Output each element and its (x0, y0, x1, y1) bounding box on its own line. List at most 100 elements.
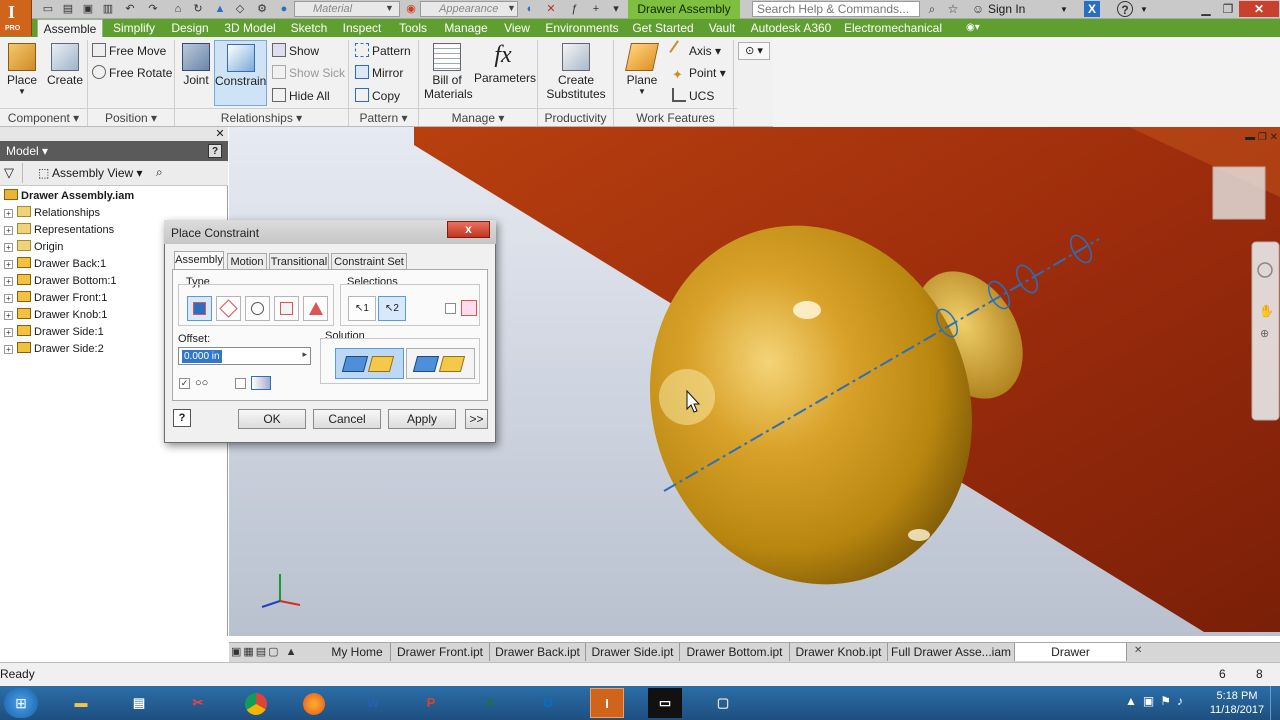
apply-button[interactable]: Apply (388, 409, 456, 429)
group-component-label[interactable]: Component ▾ (0, 108, 87, 126)
tab-get-started[interactable]: Get Started (628, 19, 698, 37)
group-relationships-label[interactable]: Relationships ▾ (175, 108, 348, 126)
word-icon[interactable]: W (356, 688, 390, 718)
expand-icon[interactable]: + (4, 243, 13, 252)
doc-tab-drawer-back[interactable]: Drawer Back.ipt (490, 643, 586, 661)
measure-icon[interactable]: ◇ (232, 2, 248, 17)
tab-assemble[interactable]: Assemble (37, 19, 103, 37)
system-tray-icons[interactable]: ▲▣⚑♪ (1125, 694, 1213, 712)
plane-button[interactable]: Plane ▼ (622, 43, 662, 96)
place-button[interactable]: Place ▼ (4, 43, 40, 96)
exchange-icon[interactable]: X (1084, 1, 1100, 17)
dialog-help-icon[interactable]: ? (173, 409, 191, 427)
create-button[interactable]: Create (46, 43, 84, 87)
tangent-constraint-button[interactable] (245, 296, 270, 321)
doc-tab-my-home[interactable]: My Home (324, 643, 391, 661)
predict-offset-checkbox[interactable] (235, 378, 246, 389)
offset-input[interactable]: 0.000 in ▸ (178, 347, 311, 365)
app-window-icon[interactable]: ▤ (122, 688, 156, 718)
tab-inspect[interactable]: Inspect (336, 19, 388, 37)
flush-solution-button[interactable] (406, 348, 475, 379)
doc-tab-drawer-knob[interactable]: Drawer Knob.ipt (790, 643, 888, 661)
material-dropdown-icon[interactable]: ▼ (385, 3, 394, 13)
tab-simplify[interactable]: Simplify (106, 19, 162, 37)
axis-button[interactable]: Axis ▾ (669, 40, 721, 61)
symmetry-constraint-button[interactable] (303, 296, 328, 321)
tab-tools[interactable]: Tools (392, 19, 434, 37)
tree-item-drawer-knob[interactable]: + Drawer Knob:1 (4, 307, 107, 324)
show-button[interactable]: Show (272, 41, 319, 61)
assembly-view-select[interactable]: ⬚ Assembly View ▾ (38, 166, 143, 180)
expand-icon[interactable]: + (4, 345, 13, 354)
new-file-icon[interactable]: ▭ (40, 2, 56, 17)
plane-dropdown-icon[interactable]: ▼ (622, 87, 662, 96)
close-window-icon[interactable]: ✕ (1239, 1, 1279, 17)
filter-icon[interactable]: ▽ (4, 165, 20, 181)
app-menu-button[interactable]: I PRO (0, 0, 32, 36)
tree-item-drawer-back[interactable]: + Drawer Back:1 (4, 256, 106, 273)
tab-layout-icons[interactable]: ▣▦▤▢ ▲ (231, 644, 325, 660)
home-icon[interactable]: ⌂ (170, 2, 186, 17)
taskbar-clock[interactable]: 5:18 PM 11/18/2017 (1206, 689, 1268, 717)
color-icon[interactable]: ● (276, 2, 292, 17)
dialog-close-button[interactable]: x (447, 221, 490, 238)
tree-root[interactable]: Drawer Assembly.iam (4, 188, 134, 205)
firefox-icon[interactable] (297, 688, 331, 718)
binoculars-icon[interactable]: ⌕ (924, 1, 940, 17)
tree-item-drawer-bottom[interactable]: + Drawer Bottom:1 (4, 273, 117, 290)
update-icon[interactable]: ↻ (190, 2, 206, 17)
undo-icon[interactable]: ↶ (122, 2, 138, 17)
create-substitutes-button[interactable]: Create Substitutes (544, 43, 608, 101)
tree-item-drawer-front[interactable]: + Drawer Front:1 (4, 290, 107, 307)
expand-icon[interactable]: + (4, 294, 13, 303)
pick-part-first-checkbox[interactable] (445, 303, 456, 314)
joint-button[interactable]: Joint (180, 43, 212, 87)
clear-appearance-icon[interactable]: ✕ (543, 2, 559, 17)
doc-tab-drawer-side[interactable]: Drawer Side.ipt (586, 643, 680, 661)
ucs-button[interactable]: UCS (672, 86, 714, 106)
snipping-tool-icon[interactable]: ✂ (181, 688, 215, 718)
dialog-tab-transitional[interactable]: Transitional (269, 253, 329, 269)
appearance-icon[interactable]: ◉ (403, 2, 419, 17)
viewport-window-controls[interactable]: ▬ ❐ ✕ (1234, 132, 1278, 144)
constrain-button[interactable]: Constrain (214, 40, 267, 106)
mirror-button[interactable]: Mirror (355, 63, 403, 83)
point-button[interactable]: ✦ Point ▾ (672, 63, 726, 83)
free-rotate-button[interactable]: Free Rotate (92, 63, 172, 83)
save-as-icon[interactable]: ▥ (100, 2, 116, 17)
fx-icon[interactable]: ƒ (566, 2, 582, 17)
customize-icon[interactable]: ▾ (608, 2, 624, 17)
dialog-tab-constraint-set[interactable]: Constraint Set (331, 253, 407, 269)
dialog-tab-assembly[interactable]: Assembly (174, 251, 224, 270)
tree-item-origin[interactable]: + Origin (4, 239, 63, 256)
insert-constraint-button[interactable] (274, 296, 299, 321)
find-icon[interactable]: ⌕ (156, 165, 172, 181)
tab-3d-model[interactable]: 3D Model (218, 19, 282, 37)
hide-all-button[interactable]: Hide All (272, 86, 330, 106)
sign-in-dropdown-icon[interactable]: ▼ (1060, 5, 1068, 14)
redo-icon[interactable]: ↷ (145, 2, 161, 17)
browser-header[interactable]: Model ▾ (0, 141, 228, 161)
search-input[interactable]: Search Help & Commands... (752, 1, 920, 17)
pan-icon[interactable]: ✋ (1259, 304, 1274, 318)
bill-of-materials-button[interactable]: Bill of Materials (424, 43, 473, 101)
parameters-button[interactable]: fx Parameters (474, 41, 536, 85)
cancel-button[interactable]: Cancel (313, 409, 381, 429)
add-icon[interactable]: + (588, 2, 604, 17)
help-dropdown-icon[interactable]: ▼ (1140, 5, 1148, 14)
save-icon[interactable]: ▣ (80, 2, 96, 17)
outlook-icon[interactable]: O (531, 688, 565, 718)
doc-tab-drawer-bottom[interactable]: Drawer Bottom.ipt (680, 643, 790, 661)
minimize-window-icon[interactable]: ▁ (1195, 1, 1217, 17)
tab-autodesk-a360[interactable]: Autodesk A360 (746, 19, 836, 37)
close-tab-icon[interactable]: ✕ (1134, 645, 1146, 657)
doc-tab-drawer-assembly[interactable]: Drawer Assembly.iam (1015, 643, 1127, 677)
expand-icon[interactable]: + (4, 277, 13, 286)
close-browser-icon[interactable]: ✕ (214, 128, 226, 140)
ribbon-display-icon[interactable]: ◉▾ (966, 22, 988, 34)
tab-environments[interactable]: Environments (540, 19, 624, 37)
favorites-icon[interactable]: ☆ (945, 1, 961, 17)
copy-button[interactable]: Copy (355, 86, 400, 106)
expand-icon[interactable]: + (4, 260, 13, 269)
start-button-icon[interactable]: ⊞ (4, 688, 38, 718)
